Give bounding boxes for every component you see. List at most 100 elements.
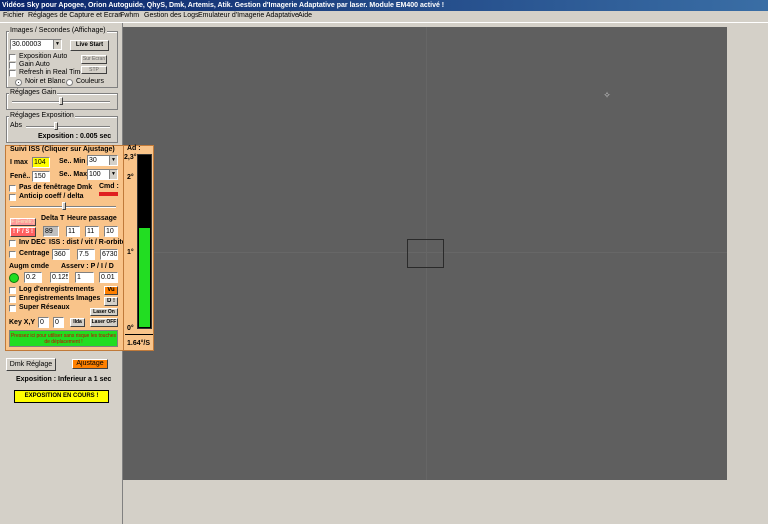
super-reseaux-checkbox[interactable] (9, 305, 16, 312)
log-label: Log d'enregistrements (19, 286, 95, 293)
noir-blanc-label: Noir et Blanc (25, 78, 66, 85)
lower-area (123, 480, 768, 524)
asserv-label: Asserv : P / I / D (61, 263, 114, 270)
orbit-field[interactable]: 6730 (100, 249, 118, 260)
menu-bar: Fichier Réglages de Capture et Ecran Fwh… (0, 11, 768, 23)
vit-field[interactable]: 7.5 (77, 249, 95, 260)
ajustage-button[interactable]: Ajustage (72, 359, 108, 369)
inv-dec-label: Inv DEC (19, 239, 46, 246)
chevron-down-icon[interactable]: ▼ (109, 156, 117, 165)
cmd-indicator (99, 192, 118, 196)
ad-tick-1: 2,3° (124, 154, 137, 161)
window-title: Vidéos Sky pour Apogee, Orion Autoguide,… (0, 0, 768, 11)
ad-speed: 1.64°/S (127, 340, 151, 347)
iss-panel-title[interactable]: Suivi ISS (Cliquer sur Ajustage) (10, 146, 115, 153)
menu-fwhm[interactable]: Fwhm (120, 12, 139, 19)
i-field[interactable]: 1 (75, 272, 94, 283)
laser-on-button[interactable]: Laser On (90, 308, 118, 316)
exposure-slider-track[interactable] (26, 126, 110, 128)
d-button[interactable]: D ! (104, 297, 118, 306)
ad-divider (125, 334, 153, 335)
menu-aide[interactable]: Aide (298, 12, 312, 19)
menu-emulateur[interactable]: Emulateur d'Imagerie Adaptative (198, 12, 299, 19)
status-led-icon (9, 273, 19, 283)
gain-auto-label: Gain Auto (19, 61, 50, 68)
expo-auto-checkbox[interactable] (9, 54, 16, 61)
anticip-checkbox[interactable] (9, 194, 16, 201)
ad-gauge (137, 154, 152, 329)
log-checkbox[interactable] (9, 287, 16, 294)
delta-t-field[interactable]: 89 (43, 226, 59, 237)
centrage-checkbox[interactable] (9, 251, 16, 258)
fps-select[interactable]: 30.00003 ▼ (10, 39, 62, 50)
ad-tick-4: 0° (127, 325, 134, 332)
hour-field[interactable]: 11 (66, 226, 80, 237)
key-y-field[interactable]: 0 (53, 317, 64, 328)
seuil-min-value: 30 (89, 157, 97, 164)
couleurs-label: Couleurs (76, 78, 105, 85)
minute-field[interactable]: 11 (85, 226, 99, 237)
chevron-down-icon[interactable]: ▼ (53, 40, 61, 49)
menu-gestion-logs[interactable]: Gestion des Logs (144, 12, 198, 19)
anticip-slider-thumb[interactable] (62, 202, 66, 210)
pas-fenetrage-label: Pas de fenêtrage Dmk (19, 184, 93, 191)
star-target-icon: ✧ (603, 90, 611, 100)
live-start-button[interactable]: Live Start (70, 40, 109, 51)
vu-button[interactable]: Vu (104, 286, 118, 295)
enreg-images-checkbox[interactable] (9, 296, 16, 303)
ad-gauge-fill (139, 228, 150, 327)
gain-group-label: Réglages Gain (9, 89, 58, 96)
enreg-images-label: Enregistrements Images (19, 295, 101, 302)
refresh-checkbox[interactable] (9, 70, 16, 77)
cmd-label: Cmd : (99, 183, 119, 190)
dmk-reglage-button[interactable]: Dmk Réglage (6, 358, 56, 371)
heure-passage-label: Heure passage (67, 215, 117, 222)
sur-ecran-button[interactable]: Sur Ecran (81, 55, 107, 64)
menu-fichier[interactable]: Fichier (3, 12, 24, 19)
augm-field[interactable]: 0.2 (24, 272, 42, 283)
seuil-max-value: 100 (89, 171, 101, 178)
exposition-info: Exposition : Inferieur a 1 sec (16, 376, 112, 383)
augm-label: Augm cmde (9, 263, 50, 270)
ad-tick-2: 2° (127, 174, 134, 181)
tracking-reticle (407, 239, 444, 268)
ad-tick-3: 1° (127, 249, 134, 256)
noir-blanc-radio[interactable] (15, 79, 22, 86)
fenetrage-button[interactable]: F (Fenêtr.) (10, 218, 36, 226)
centrage-label: Centrage (19, 250, 50, 257)
dist-field[interactable]: 360 (52, 249, 70, 260)
fps-value: 30.00003 (12, 41, 42, 48)
gain-slider-thumb[interactable] (59, 97, 63, 105)
exposure-group-label: Réglages Exposition (9, 112, 75, 119)
expo-auto-label: Exposition Auto (19, 53, 68, 60)
second-field[interactable]: 10 (104, 226, 118, 237)
images-group-label: Images / Secondes (Affichage) (9, 27, 107, 34)
disabled-button[interactable]: STP (81, 66, 107, 74)
laser-off-button[interactable]: Laser OFF (90, 318, 118, 327)
imax-label: I max (10, 159, 28, 166)
seuil-min-select[interactable]: 30 ▼ (87, 155, 118, 166)
chevron-down-icon[interactable]: ▼ (109, 170, 117, 179)
exposure-slider-thumb[interactable] (54, 122, 58, 130)
pas-fenetrage-checkbox[interactable] (9, 185, 16, 192)
super-reseaux-label: Super Réseaux (19, 304, 70, 311)
inv-dec-checkbox[interactable] (9, 240, 16, 247)
gain-auto-checkbox[interactable] (9, 62, 16, 69)
key-x-field[interactable]: 0 (38, 317, 49, 328)
seuil-max-select[interactable]: 100 ▼ (87, 169, 118, 180)
imax-field[interactable]: 104 (32, 157, 50, 168)
seuil-max-label: Se.. Max (59, 171, 88, 178)
p-field[interactable]: 0.125 (50, 272, 69, 283)
menu-reglages-capture[interactable]: Réglages de Capture et Ecran (28, 12, 122, 19)
anticip-label: Anticip coeff / delta (19, 193, 84, 200)
fs-button[interactable]: ! F / S ! (10, 227, 36, 237)
green-message-button[interactable]: Pressez ici pour utiliser sans risque le… (9, 330, 118, 347)
seuil-min-label: Se.. Min (59, 158, 86, 165)
exposition-status-badge: EXPOSITION EN COURS ! (14, 390, 109, 403)
fene-field[interactable]: 150 (32, 171, 50, 182)
exposure-readout: Exposition : 0.005 sec (38, 133, 112, 140)
d-field[interactable]: 0.01 (99, 272, 118, 283)
ilda-button[interactable]: Ilda (70, 318, 85, 327)
couleurs-radio[interactable] (66, 79, 73, 86)
ad-label: Ad : (127, 145, 141, 152)
